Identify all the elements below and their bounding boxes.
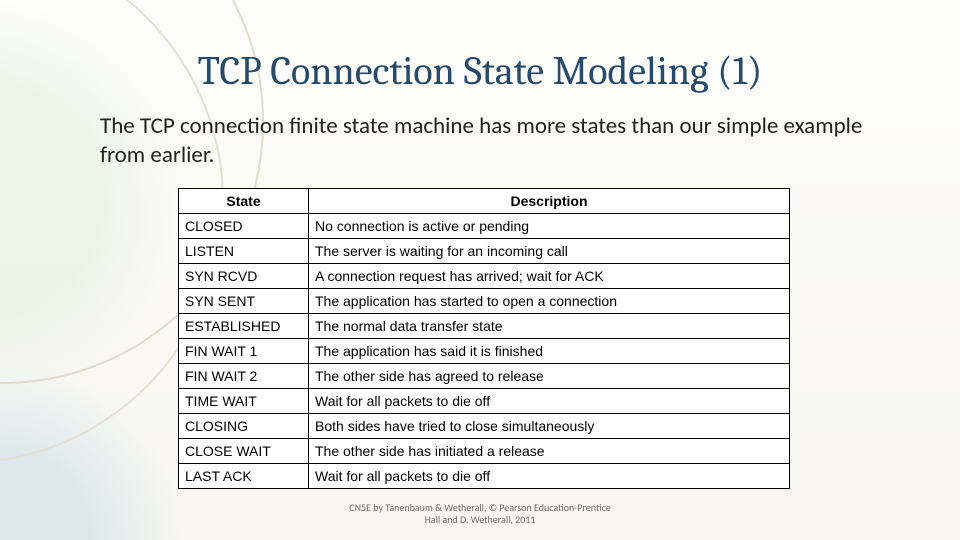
table-row: CLOSEDNo connection is active or pending — [179, 214, 790, 239]
table-row: ESTABLISHEDThe normal data transfer stat… — [179, 314, 790, 339]
slide: TCP Connection State Modeling (1) The TC… — [0, 0, 960, 540]
table-row: TIME WAITWait for all packets to die off — [179, 389, 790, 414]
slide-title: TCP Connection State Modeling (1) — [0, 48, 960, 94]
table-row: CLOSINGBoth sides have tried to close si… — [179, 414, 790, 439]
description-cell: The normal data transfer state — [309, 314, 790, 339]
state-cell: CLOSED — [179, 214, 309, 239]
description-cell: The other side has agreed to release — [309, 364, 790, 389]
state-cell: LAST ACK — [179, 464, 309, 489]
state-cell: SYN RCVD — [179, 264, 309, 289]
footer-line-2: Hall and D. Wetherall, 2011 — [425, 513, 536, 526]
description-cell: Both sides have tried to close simultane… — [309, 414, 790, 439]
col-header-state: State — [179, 189, 309, 214]
footer-credit: CN5E by Tanenbaum & Wetherall, © Pearson… — [0, 502, 960, 526]
table-row: LISTENThe server is waiting for an incom… — [179, 239, 790, 264]
description-cell: Wait for all packets to die off — [309, 464, 790, 489]
state-cell: LISTEN — [179, 239, 309, 264]
table-row: SYN SENTThe application has started to o… — [179, 289, 790, 314]
state-cell: FIN WAIT 1 — [179, 339, 309, 364]
state-cell: TIME WAIT — [179, 389, 309, 414]
col-header-description: Description — [309, 189, 790, 214]
body-text: The TCP connection finite state machine … — [100, 112, 890, 170]
states-table: State Description CLOSEDNo connection is… — [178, 188, 790, 489]
state-cell: ESTABLISHED — [179, 314, 309, 339]
description-cell: The other side has initiated a release — [309, 439, 790, 464]
table-row: CLOSE WAITThe other side has initiated a… — [179, 439, 790, 464]
description-cell: Wait for all packets to die off — [309, 389, 790, 414]
table-row: FIN WAIT 2The other side has agreed to r… — [179, 364, 790, 389]
state-cell: FIN WAIT 2 — [179, 364, 309, 389]
description-cell: The application has said it is finished — [309, 339, 790, 364]
description-cell: A connection request has arrived; wait f… — [309, 264, 790, 289]
description-cell: No connection is active or pending — [309, 214, 790, 239]
table-row: SYN RCVDA connection request has arrived… — [179, 264, 790, 289]
table-header-row: State Description — [179, 189, 790, 214]
table-row: FIN WAIT 1The application has said it is… — [179, 339, 790, 364]
description-cell: The application has started to open a co… — [309, 289, 790, 314]
state-cell: SYN SENT — [179, 289, 309, 314]
description-cell: The server is waiting for an incoming ca… — [309, 239, 790, 264]
state-cell: CLOSE WAIT — [179, 439, 309, 464]
state-cell: CLOSING — [179, 414, 309, 439]
table-row: LAST ACKWait for all packets to die off — [179, 464, 790, 489]
